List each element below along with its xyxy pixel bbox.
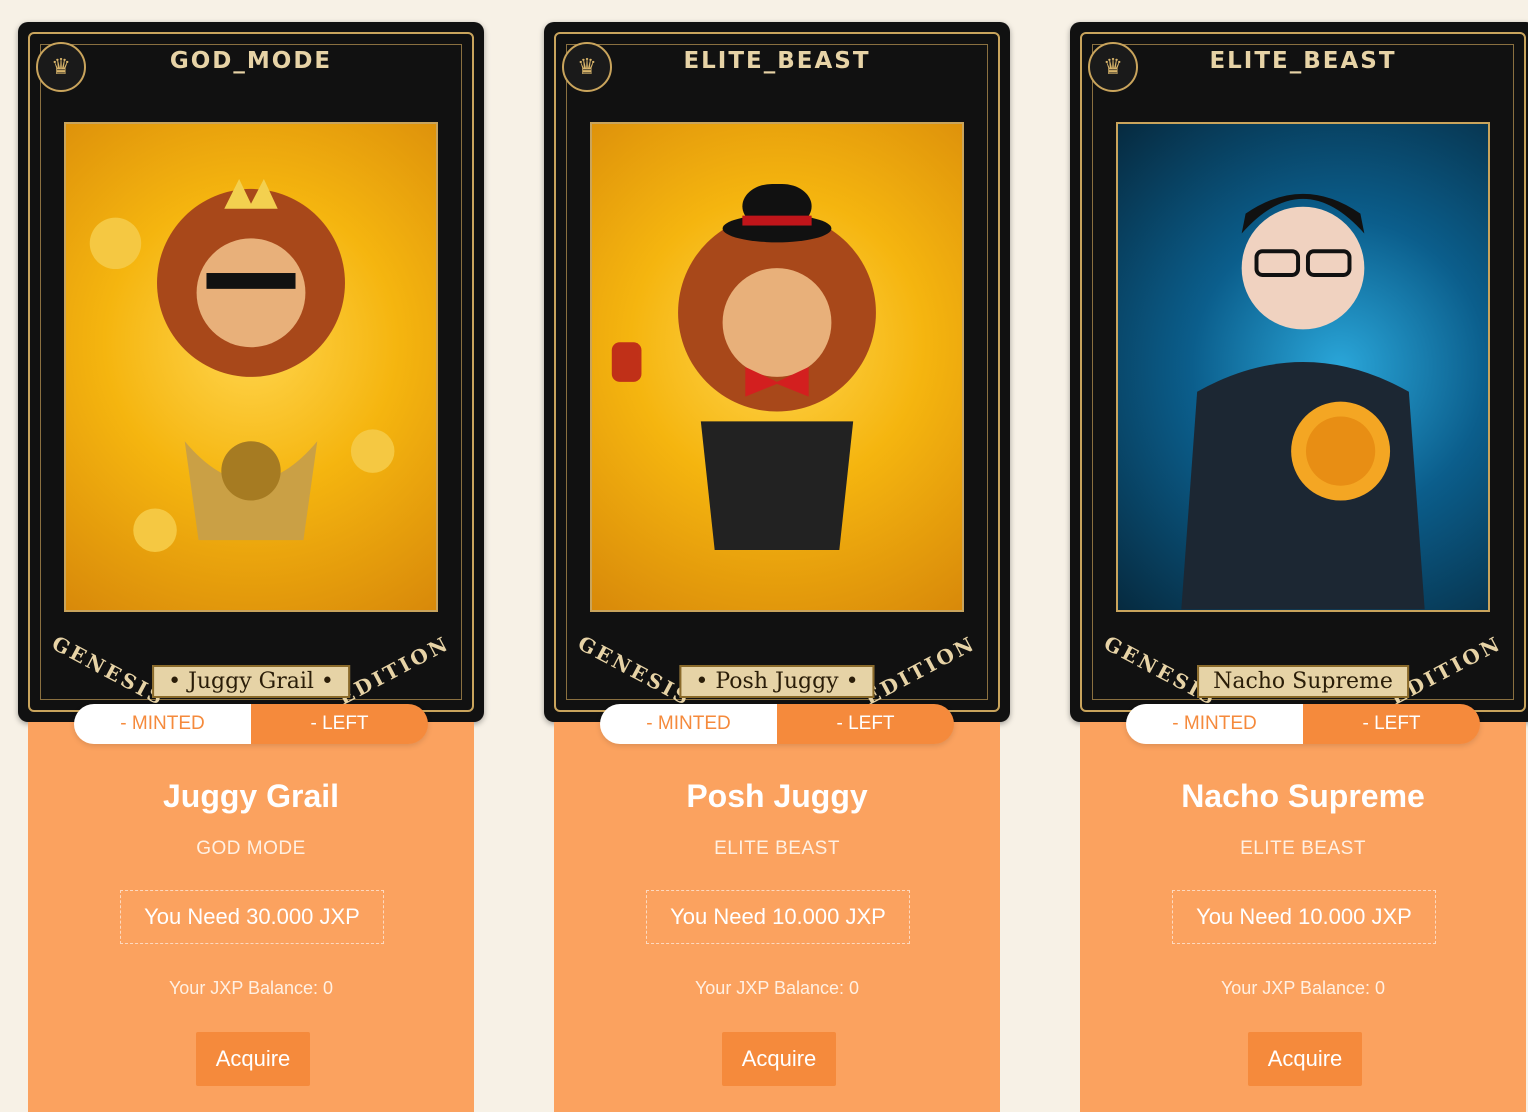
name-plate: Nacho Supreme [1197,665,1409,698]
rank-banner: ELITE_BEAST [1209,48,1397,74]
left-count: - LEFT [777,704,954,744]
minted-count: - MINTED [74,704,251,744]
left-count: - LEFT [1303,704,1480,744]
card-illustration [590,122,964,612]
card-title: Juggy Grail [162,778,340,814]
mint-status-pill: - MINTED - LEFT [74,704,428,744]
name-plate: • Juggy Grail • [152,665,350,698]
minted-count: - MINTED [1126,704,1303,744]
acquire-button[interactable]: Acquire [196,1032,310,1086]
card-art[interactable]: ♛ ELITE_BEAST GENESIS EDITION • Posh Jug… [544,22,1010,722]
requirement-box: You Need 30.000 JXP [120,890,384,944]
nft-card: ♛ GOD_MODE GENESIS EDITION • Juggy Grail… [18,22,484,1112]
mint-status-pill: - MINTED - LEFT [600,704,954,744]
balance-text: Your JXP Balance: 0 [694,978,860,998]
nft-card-grid: ♛ GOD_MODE GENESIS EDITION • Juggy Grail… [18,22,1528,1112]
nft-card: ♛ ELITE_BEAST GENESIS EDITION • Posh Jug… [544,22,1010,1112]
balance-text: Your JXP Balance: 0 [1220,978,1386,998]
card-category: ELITE BEAST [714,838,840,859]
portrait-illustration-icon [1181,193,1425,610]
card-info-panel: Nacho Supreme ELITE BEAST You Need 10.00… [1080,722,1526,1112]
card-title: Posh Juggy [686,778,868,814]
card-info-panel: Juggy Grail GOD MODE You Need 30.000 JXP… [28,722,474,1112]
mint-status-pill: - MINTED - LEFT [1126,704,1480,744]
rank-banner: GOD_MODE [169,48,333,74]
acquire-button[interactable]: Acquire [1248,1032,1362,1086]
card-illustration [1116,122,1490,612]
rank-banner: ELITE_BEAST [683,48,871,74]
card-title: Nacho Supreme [1181,778,1425,814]
lion-illustration-icon [611,183,876,551]
card-art[interactable]: ♛ GOD_MODE GENESIS EDITION • Juggy Grail… [18,22,484,722]
minted-count: - MINTED [600,704,777,744]
card-category: ELITE BEAST [1240,838,1366,859]
card-art[interactable]: ♛ ELITE_BEAST GENESIS EDITION Nacho Supr… [1070,22,1528,722]
card-info-panel: Posh Juggy ELITE BEAST You Need 10.000 J… [554,722,1000,1112]
card-illustration [64,122,438,612]
requirement-box: You Need 10.000 JXP [646,890,910,944]
acquire-button[interactable]: Acquire [722,1032,836,1086]
requirement-box: You Need 10.000 JXP [1172,890,1436,944]
card-category: GOD MODE [196,838,306,859]
balance-text: Your JXP Balance: 0 [168,978,334,998]
lion-illustration-icon [89,179,395,552]
left-count: - LEFT [251,704,428,744]
nft-card: ♛ ELITE_BEAST GENESIS EDITION Nacho Supr… [1070,22,1528,1112]
name-plate: • Posh Juggy • [679,665,875,698]
